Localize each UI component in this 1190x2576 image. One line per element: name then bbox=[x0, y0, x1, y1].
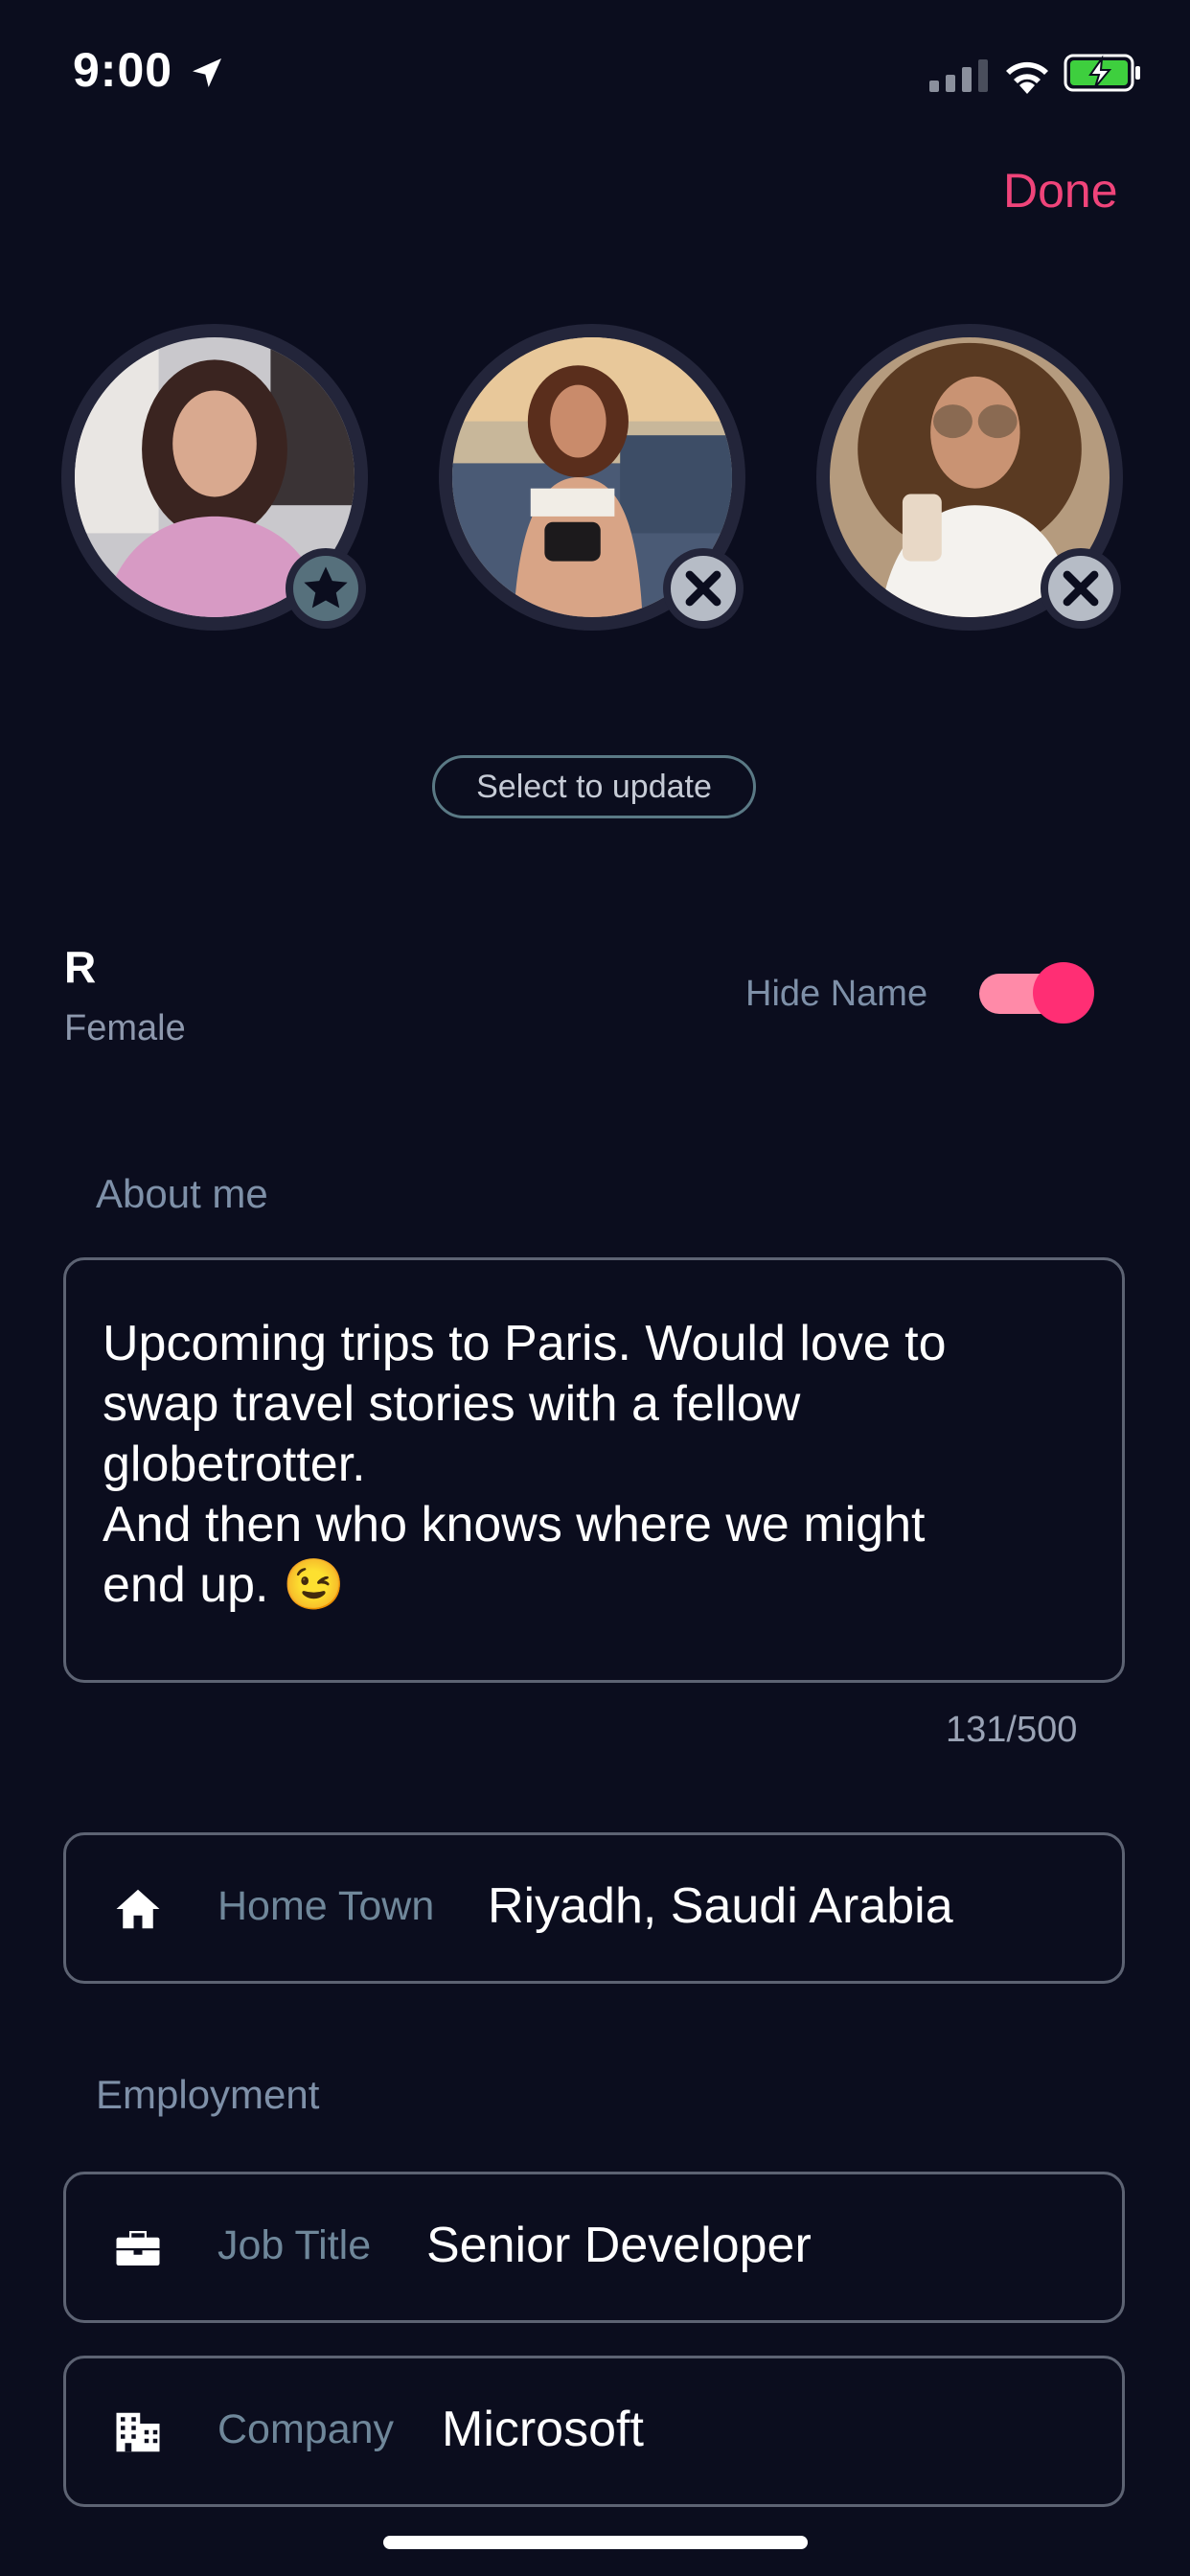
building-icon bbox=[116, 2412, 160, 2452]
briefcase-icon bbox=[116, 2231, 160, 2266]
profile-photo-1[interactable] bbox=[61, 324, 368, 631]
profile-photo-3[interactable] bbox=[816, 324, 1123, 631]
select-to-update-button[interactable]: Select to update bbox=[432, 755, 756, 818]
home-town-value: Riyadh, Saudi Arabia bbox=[488, 1878, 953, 1934]
company-label: Company bbox=[217, 2406, 395, 2452]
home-indicator[interactable] bbox=[383, 2536, 808, 2549]
profile-name: R bbox=[64, 942, 97, 992]
job-title-label: Job Title bbox=[217, 2222, 372, 2268]
about-section-label: About me bbox=[96, 1171, 268, 1216]
cellular-signal-icon bbox=[929, 59, 988, 92]
hide-name-toggle[interactable] bbox=[979, 962, 1094, 1024]
done-button[interactable]: Done bbox=[1003, 163, 1118, 218]
hide-name-label: Hide Name bbox=[745, 974, 928, 1014]
close-icon bbox=[1063, 570, 1099, 607]
job-title-field[interactable]: Job Title Senior Developer bbox=[63, 2172, 1125, 2323]
close-icon bbox=[685, 570, 721, 607]
status-time: 9:00 bbox=[73, 43, 173, 97]
about-textarea[interactable]: Upcoming trips to Paris. Would love to s… bbox=[63, 1257, 1125, 1683]
wifi-icon bbox=[1006, 61, 1048, 94]
star-icon bbox=[304, 566, 348, 609]
company-value: Microsoft bbox=[442, 2402, 644, 2457]
employment-section-label: Employment bbox=[96, 2072, 320, 2117]
job-title-value: Senior Developer bbox=[426, 2218, 812, 2273]
battery-charging-icon bbox=[1064, 54, 1140, 92]
toggle-knob bbox=[1033, 962, 1094, 1024]
home-icon bbox=[116, 1889, 160, 1929]
company-field[interactable]: Company Microsoft bbox=[63, 2356, 1125, 2507]
remove-photo-3-button[interactable] bbox=[1041, 548, 1121, 629]
remove-photo-2-button[interactable] bbox=[663, 548, 744, 629]
home-town-label: Home Town bbox=[217, 1883, 435, 1929]
about-char-counter: 131/500 bbox=[946, 1710, 1078, 1750]
profile-gender: Female bbox=[64, 1008, 186, 1048]
home-town-field[interactable]: Home Town Riyadh, Saudi Arabia bbox=[63, 1832, 1125, 1984]
location-arrow-icon bbox=[193, 58, 221, 87]
profile-photo-2[interactable] bbox=[439, 324, 745, 631]
about-text: Upcoming trips to Paris. Would love to s… bbox=[103, 1316, 947, 1613]
primary-photo-badge[interactable] bbox=[286, 548, 366, 629]
